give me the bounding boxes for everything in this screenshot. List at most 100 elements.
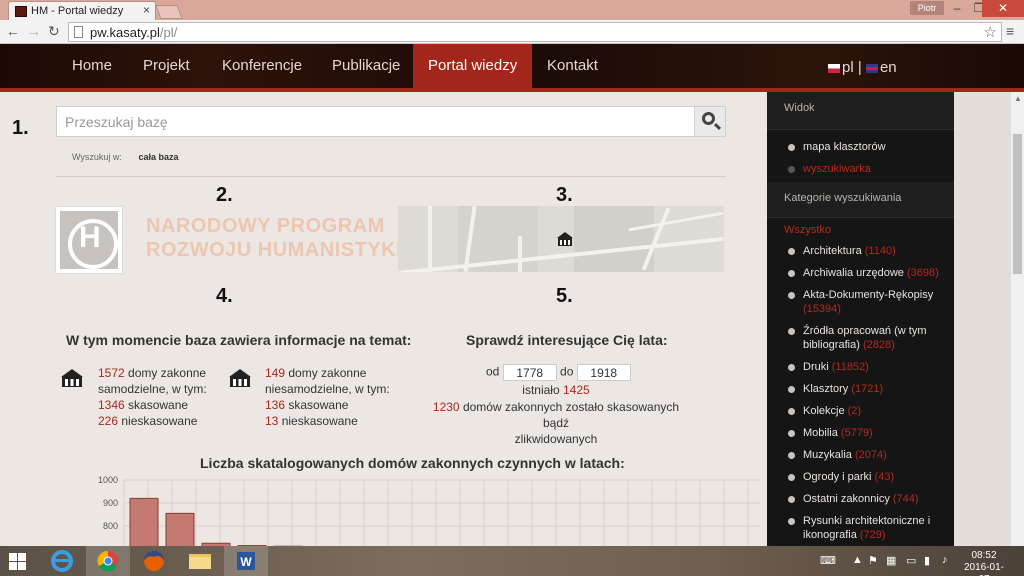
url-host: pw.kasaty.pl	[90, 25, 160, 40]
tab-title: HM - Portal wiedzy	[31, 5, 124, 17]
browser-titlebar: HM - Portal wiedzy × Piotr – ❐ ✕	[0, 0, 1024, 20]
independent-count[interactable]: 1572	[98, 366, 125, 380]
address-bar[interactable]: pw.kasaty.pl/pl/ ☆	[68, 22, 1002, 42]
scroll-thumb[interactable]	[1013, 134, 1022, 274]
scope-label: Wyszukuj w:	[72, 152, 122, 162]
chrome-icon[interactable]	[86, 546, 130, 576]
clock-date: 2016-01-07	[963, 562, 1005, 576]
new-tab-button[interactable]	[155, 5, 183, 19]
signal-icon[interactable]: ▮	[924, 554, 930, 567]
page-scrollbar[interactable]: ▲	[1010, 92, 1024, 546]
scroll-up-icon[interactable]: ▲	[1014, 94, 1022, 103]
humanistyka-logo[interactable]	[55, 206, 123, 274]
nav-konferencje[interactable]: Konferencje	[207, 44, 317, 88]
site-header: Home Projekt Konferencje Publikacje Port…	[0, 44, 1024, 92]
category-item[interactable]: Druki (11852)	[767, 360, 954, 374]
windows-start-icon[interactable]	[9, 553, 26, 570]
lang-pl[interactable]: pl	[842, 59, 854, 76]
flag-en-icon	[865, 63, 878, 73]
dependent-not-dissolved-count[interactable]: 13	[265, 414, 278, 428]
y-tick-label: 800	[103, 521, 118, 531]
category-item[interactable]: Źródła opracowań (w tym bibliografia) (2…	[767, 324, 954, 352]
tray-chevron-icon[interactable]: ▲	[852, 554, 863, 566]
divider	[56, 176, 726, 177]
sidebar-item-wyszukiwarka[interactable]: wyszukiwarka	[767, 162, 954, 176]
main-content: 1. Wyszukuj w: cała baza 2. 3. NARODOWY …	[0, 92, 767, 546]
browser-menu-icon[interactable]: ≡	[1006, 23, 1014, 39]
chart-bar[interactable]	[165, 512, 195, 546]
firefox-icon[interactable]	[132, 546, 176, 576]
close-window-icon[interactable]: ✕	[982, 0, 1024, 17]
nav-projekt[interactable]: Projekt	[128, 44, 205, 88]
independent-not-dissolved-count[interactable]: 226	[98, 414, 118, 428]
year-to-input[interactable]	[576, 364, 631, 381]
monastery-icon	[61, 369, 83, 387]
page-icon	[74, 26, 83, 38]
sidebar-item-all[interactable]: Wszystko	[767, 224, 954, 236]
nav-portal-wiedzy[interactable]: Portal wiedzy	[413, 44, 533, 88]
bookmark-star-icon[interactable]: ☆	[984, 23, 997, 41]
independent-houses-stats: 1572 domy zakonne samodzielne, w tym: 13…	[98, 366, 207, 428]
y-tick-label: 900	[103, 498, 118, 508]
keyboard-icon[interactable]: ⌨	[820, 554, 836, 567]
chart-bar[interactable]	[129, 497, 159, 546]
lang-separator: |	[857, 59, 862, 76]
language-switcher: pl | en	[828, 59, 897, 76]
volume-icon[interactable]: ♪	[942, 554, 948, 566]
tab-close-icon[interactable]: ×	[143, 3, 150, 17]
sidebar-item-mapa[interactable]: mapa klasztorów	[767, 140, 954, 154]
flag-pl-icon	[828, 63, 840, 73]
active-houses-chart: 1000 900 800	[98, 475, 760, 546]
reload-icon[interactable]: ↻	[48, 23, 60, 40]
annotation-1: 1.	[12, 117, 29, 139]
category-item[interactable]: Ogrody i parki (43)	[767, 470, 954, 484]
category-item[interactable]: Klasztory (1721)	[767, 382, 954, 396]
search-input[interactable]	[57, 107, 687, 136]
internet-explorer-icon[interactable]	[40, 546, 84, 576]
browser-tab[interactable]: HM - Portal wiedzy ×	[8, 1, 156, 20]
dissolved-count: 1230	[432, 400, 460, 414]
search-button[interactable]	[694, 107, 725, 136]
stats-title: W tym momencie baza zawiera informacje n…	[66, 332, 412, 348]
scope-value[interactable]: cała baza	[138, 152, 178, 162]
existed-count: 1425	[563, 383, 590, 397]
nav-home[interactable]: Home	[57, 44, 127, 88]
word-icon[interactable]: W	[224, 546, 268, 576]
search-icon	[702, 112, 715, 125]
network-icon[interactable]: ▦	[886, 554, 896, 567]
browser-toolbar: ← → ↻ pw.kasaty.pl/pl/ ☆ ≡	[0, 20, 1024, 44]
nav-publikacje[interactable]: Publikacje	[317, 44, 415, 88]
npr-banner[interactable]: NARODOWY PROGRAM ROZWOJU HUMANISTYKI	[146, 214, 402, 262]
category-item[interactable]: Muzykalia (2074)	[767, 448, 954, 462]
y-tick-label: 1000	[98, 475, 118, 485]
year-from-input[interactable]	[502, 364, 557, 381]
search-scope: Wyszukuj w: cała baza	[72, 152, 178, 162]
profile-badge[interactable]: Piotr	[910, 1, 944, 15]
annotation-5: 5.	[556, 285, 573, 307]
nav-kontakt[interactable]: Kontakt	[532, 44, 613, 88]
dependent-dissolved-count[interactable]: 136	[265, 398, 285, 412]
back-icon[interactable]: ←	[6, 23, 20, 39]
category-item[interactable]: Akta-Dokumenty-Rękopisy (15394)	[767, 288, 954, 316]
mini-map[interactable]	[398, 206, 724, 272]
forward-icon[interactable]: →	[27, 23, 41, 39]
flag-tray-icon[interactable]: ⚑	[868, 554, 878, 567]
monastery-marker-icon[interactable]	[556, 231, 574, 247]
banner-line-2: ROZWOJU HUMANISTYKI	[146, 239, 403, 261]
years-title: Sprawdź interesujące Cię lata:	[466, 332, 668, 348]
dependent-count[interactable]: 149	[265, 366, 285, 380]
category-item[interactable]: Architektura (1140)	[767, 244, 954, 258]
sidebar-view-heading: Widok	[767, 92, 954, 130]
category-item[interactable]: Kolekcje (2)	[767, 404, 954, 418]
lang-en[interactable]: en	[880, 59, 897, 76]
taskbar-clock[interactable]: 08:52 2016-01-07	[960, 550, 1008, 576]
category-item[interactable]: Archiwalia urzędowe (3698)	[767, 266, 954, 280]
annotation-3: 3.	[556, 184, 573, 206]
display-icon[interactable]: ▭	[906, 554, 916, 567]
category-item[interactable]: Rysunki architektoniczne i ikonografia (…	[767, 514, 954, 542]
dependent-houses-stats: 149 domy zakonne niesamodzielne, w tym: …	[265, 366, 390, 428]
category-item[interactable]: Ostatni zakonnicy (744)	[767, 492, 954, 506]
category-item[interactable]: Mobilia (5779)	[767, 426, 954, 440]
file-explorer-icon[interactable]	[178, 546, 222, 576]
independent-dissolved-count[interactable]: 1346	[98, 398, 125, 412]
